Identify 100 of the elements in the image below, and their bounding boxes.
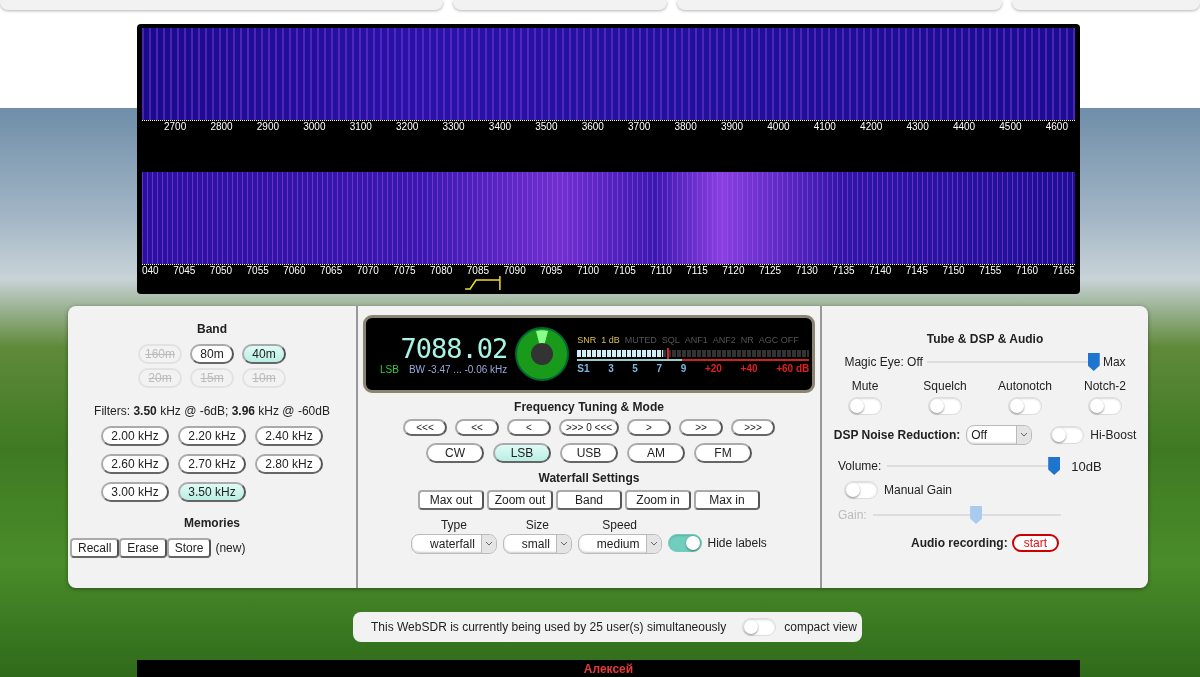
filter-button[interactable]: 2.20 kHz	[178, 426, 246, 446]
chevron-down-icon	[555, 535, 571, 553]
section-title: Frequency Tuning & Mode	[514, 400, 664, 414]
mode-button[interactable]: FM	[694, 443, 752, 463]
slider-label: Magic Eye: Off	[844, 355, 923, 369]
toggle-switch[interactable]	[742, 618, 777, 636]
toggle-switch[interactable]	[1088, 397, 1122, 415]
slider-label: Volume:	[838, 459, 882, 473]
waterfall-button[interactable]: Max out	[418, 490, 484, 510]
axis-label: 7065	[319, 265, 343, 277]
dropdown-field[interactable]: waterfall	[411, 534, 497, 554]
status-indicator: NR	[740, 334, 754, 345]
filter-button[interactable]: 3.50 kHz	[178, 482, 246, 502]
axis-label: 7150	[942, 265, 965, 277]
user-name: Алексей	[583, 661, 634, 676]
tuning-step-button[interactable]: <	[507, 419, 551, 436]
axis-label: 7060	[283, 265, 306, 277]
dropdown-field[interactable]: medium	[577, 534, 662, 554]
filter-button[interactable]: 2.70 kHz	[178, 454, 246, 474]
passband-marker[interactable]	[464, 276, 504, 290]
tuning-step-button[interactable]: >>> 0 <<<	[559, 419, 619, 436]
section-title: Waterfall Settings	[538, 471, 640, 485]
status-indicator: ANF2	[712, 334, 736, 345]
waterfall-button[interactable]: Max in	[694, 490, 760, 510]
axis-label: 3100	[349, 120, 372, 132]
volume-readout: 10dB	[1071, 458, 1102, 474]
axis-label: 7100	[576, 265, 600, 277]
tuning-step-button[interactable]: <<<	[403, 419, 447, 436]
filter-button[interactable]: 3.00 kHz	[101, 482, 169, 502]
meter-scale-label: +40	[740, 362, 758, 374]
waterfall-button[interactable]: Band	[556, 490, 622, 510]
mode-button[interactable]: LSB	[493, 443, 551, 463]
axis-label: 040	[142, 265, 159, 277]
slider-thumb[interactable]	[1087, 353, 1100, 371]
chevron-down-icon	[645, 535, 661, 553]
axis-label: 4600	[1045, 120, 1068, 132]
axis-label: 7045	[173, 265, 196, 277]
slider[interactable]	[872, 506, 1061, 524]
field-label: DSP Noise Reduction:	[833, 428, 961, 442]
axis-label: 7090	[503, 265, 526, 277]
toggle-switch[interactable]	[667, 534, 702, 552]
filter-button[interactable]: 2.00 kHz	[101, 426, 169, 446]
dropdown-field[interactable]: small	[502, 534, 572, 554]
waterfall-button[interactable]: Zoom out	[487, 490, 553, 510]
axis-label: 7160	[1015, 265, 1039, 277]
memory-button[interactable]: Erase	[119, 538, 167, 558]
slider[interactable]	[926, 353, 1099, 371]
section-title: Memories	[184, 516, 240, 530]
status-indicator: 1 dB	[601, 334, 620, 345]
axis-label: 7110	[650, 265, 672, 277]
axis-label: 3500	[535, 120, 558, 132]
bandwidth-readout: BW -3.47 ... -0.06 kHz	[408, 364, 508, 375]
wavelength-button[interactable]: 40m	[242, 344, 286, 364]
meter-scale-label: 9	[680, 362, 687, 374]
axis-label: 7085	[466, 265, 489, 277]
axis-label: 7130	[795, 265, 818, 277]
axis-label: 3300	[442, 120, 465, 132]
axis-label: 7125	[758, 265, 782, 277]
tuning-step-button[interactable]: <<	[455, 419, 499, 436]
axis-label: 4400	[952, 120, 976, 132]
dropdown-field[interactable]: Off	[966, 425, 1033, 445]
axis-label: 7095	[540, 265, 563, 277]
toggle-label: Hi-Boost	[1090, 428, 1137, 442]
spectrogram[interactable]	[142, 171, 1075, 265]
tuning-step-button[interactable]: >>>	[731, 419, 775, 436]
toggle-label: Hide labels	[707, 536, 767, 550]
mode-button[interactable]: AM	[627, 443, 685, 463]
mode-button[interactable]: USB	[560, 443, 618, 463]
memory-button[interactable]: Store	[166, 538, 212, 558]
toggle-switch[interactable]	[844, 481, 878, 499]
meter-scale-label: 5	[632, 362, 638, 374]
axis-label: 3200	[396, 120, 419, 132]
axis-label: 4200	[860, 120, 883, 132]
tuning-step-button[interactable]: >	[627, 419, 671, 436]
slider[interactable]	[887, 457, 1060, 475]
axis-label: 7135	[832, 265, 855, 277]
axis-label: 7165	[1052, 265, 1075, 277]
toggle-switch[interactable]	[928, 397, 962, 415]
tuning-step-button[interactable]: >>	[679, 419, 723, 436]
filter-button[interactable]: 2.40 kHz	[255, 426, 323, 446]
slider-thumb[interactable]	[1048, 457, 1061, 475]
axis-label: 3800	[674, 120, 697, 132]
toggle-switch[interactable]	[1050, 426, 1085, 444]
toggle-switch[interactable]	[1008, 397, 1042, 415]
filter-button[interactable]: 2.80 kHz	[255, 454, 323, 474]
filters-info: Filters: 3.50 kHz @ -6dB; 3.96 kHz @ -60dB	[94, 404, 330, 418]
memory-button[interactable]: Recall	[70, 538, 120, 558]
axis-label: 3600	[581, 120, 604, 132]
waterfall-button[interactable]: Zoom in	[625, 490, 691, 510]
status-indicator: ANF1	[684, 334, 708, 345]
spectrogram[interactable]	[142, 28, 1075, 120]
wavelength-button[interactable]: 80m	[190, 344, 234, 364]
axis-label: 7080	[430, 265, 453, 277]
filter-button[interactable]: 2.60 kHz	[101, 454, 169, 474]
section-title: Tube & DSP & Audio	[926, 332, 1044, 346]
record-button[interactable]: start	[1011, 534, 1059, 552]
mode-button[interactable]: CW	[426, 443, 484, 463]
axis-label: 7050	[209, 265, 233, 277]
axis-label: 2800	[210, 120, 233, 132]
toggle-switch[interactable]	[848, 397, 882, 415]
